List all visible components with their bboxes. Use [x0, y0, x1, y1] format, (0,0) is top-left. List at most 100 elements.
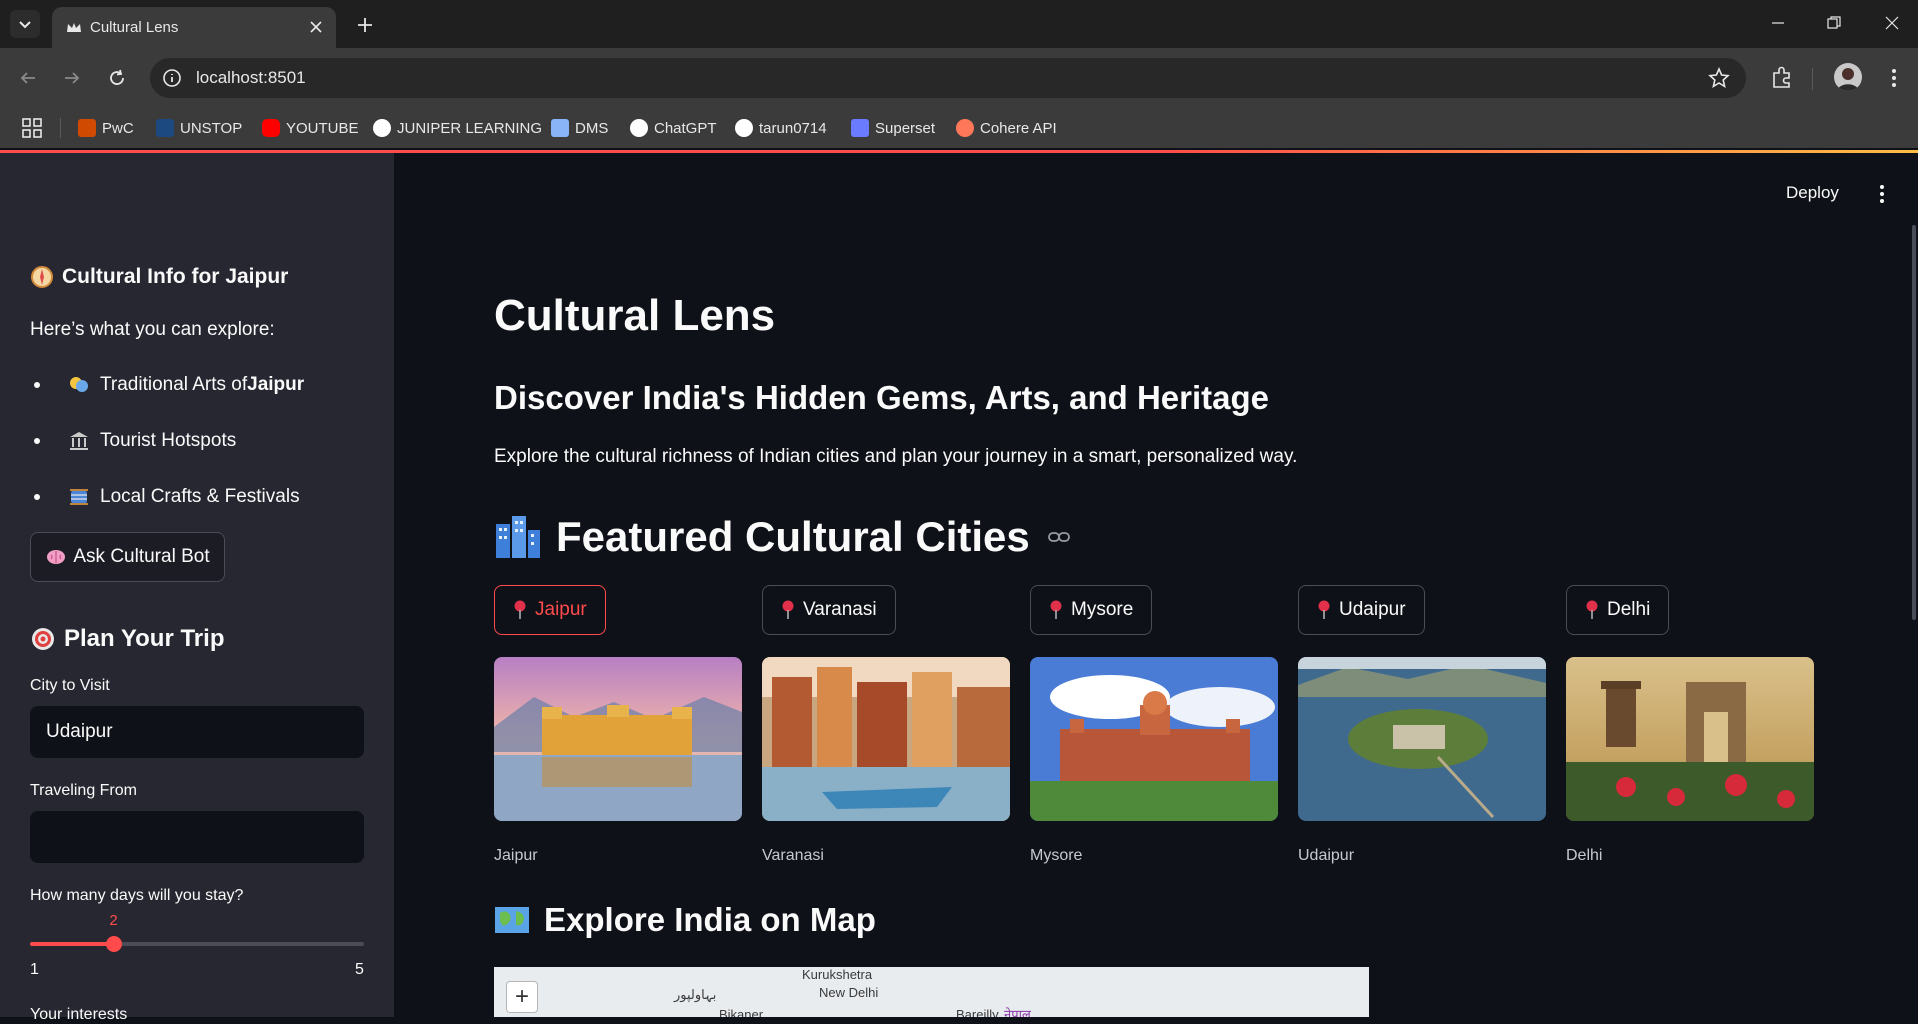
browser-tab-bar: Cultural Lens	[0, 0, 1918, 48]
map-label: नेपाल	[1004, 1007, 1031, 1017]
address-bar[interactable]: localhost:8501	[150, 58, 1746, 98]
city-caption-delhi: Delhi	[1566, 847, 1603, 864]
pin-icon	[1050, 600, 1062, 619]
forward-icon[interactable]	[58, 64, 86, 92]
unstop-icon	[156, 119, 174, 137]
map-label: New Delhi	[819, 985, 879, 1000]
link-anchor-icon[interactable]	[1047, 530, 1070, 544]
pwc-icon	[78, 119, 96, 137]
mysore-image	[1030, 657, 1278, 821]
city-caption-udaipur: Udaipur	[1298, 847, 1355, 864]
varanasi-image	[762, 657, 1010, 821]
days-slider-handle[interactable]	[105, 936, 122, 952]
pin-icon	[514, 600, 526, 619]
tab-title: Cultural Lens	[90, 19, 179, 36]
thread-icon	[68, 486, 90, 508]
explore-item-crafts: Local Crafts & Festivals	[34, 486, 300, 508]
bookmarks-bar: PwC UNSTOP YOUTUBE JUNIPER LEARNING DMS …	[0, 108, 1918, 148]
cityscape-icon	[496, 516, 540, 558]
url-text[interactable]: localhost:8501	[196, 68, 306, 88]
city-button-varanasi[interactable]: Varanasi	[762, 585, 896, 635]
theater-masks-icon	[68, 374, 90, 396]
deploy-button[interactable]: Deploy	[1786, 183, 1839, 203]
pin-icon	[1586, 600, 1598, 619]
udaipur-image	[1298, 657, 1546, 821]
map-label: Bikaner	[719, 1007, 764, 1017]
site-info-icon[interactable]	[162, 68, 182, 88]
reload-icon[interactable]	[103, 64, 131, 92]
city-button-delhi[interactable]: Delhi	[1566, 585, 1670, 635]
page-title: Cultural Lens	[494, 291, 776, 340]
india-map[interactable]: + Kurukshetra New Delhi بہاولپور Bikaner…	[494, 967, 1369, 1017]
bookmark-juniper[interactable]: JUNIPER LEARNING	[373, 114, 542, 142]
browser-menu-icon[interactable]	[1882, 64, 1906, 92]
pin-icon	[1318, 600, 1330, 619]
explore-item-hotspots: Tourist Hotspots	[34, 430, 236, 452]
bookmark-superset[interactable]: Superset	[851, 114, 935, 142]
juniper-icon	[373, 119, 391, 137]
explore-intro: Here’s what you can explore:	[30, 319, 275, 340]
close-window-icon[interactable]	[1872, 8, 1912, 38]
app-menu-icon[interactable]	[1872, 183, 1892, 205]
days-slider-min: 1	[30, 961, 39, 978]
classical-building-icon	[68, 430, 90, 452]
minimize-icon[interactable]	[1758, 8, 1798, 38]
bookmark-star-icon[interactable]	[1708, 67, 1730, 89]
back-icon[interactable]	[14, 64, 42, 92]
map-label: Kurukshetra	[802, 967, 873, 982]
sidebar: Cultural Info for Jaipur Here’s what you…	[0, 153, 394, 1023]
bookmarks-divider	[60, 118, 61, 138]
map-zoom-in-button[interactable]: +	[506, 981, 538, 1013]
city-caption-varanasi: Varanasi	[762, 847, 824, 864]
pin-icon	[782, 600, 794, 619]
map-heading: Explore India on Map	[494, 901, 876, 939]
days-slider-value: 2	[109, 912, 118, 929]
traveling-from-input[interactable]	[30, 811, 364, 863]
interests-label: Your interests	[30, 1006, 128, 1023]
new-tab-icon[interactable]	[352, 12, 378, 38]
chevron-down-icon	[19, 21, 31, 29]
delhi-image	[1566, 657, 1814, 821]
city-button-jaipur[interactable]: Jaipur	[494, 585, 606, 635]
days-slider-max: 5	[355, 961, 364, 978]
restore-icon[interactable]	[1814, 8, 1854, 38]
target-icon	[32, 628, 54, 650]
youtube-icon	[262, 119, 280, 137]
brain-icon	[47, 550, 66, 564]
bookmark-dms[interactable]: DMS	[551, 114, 608, 142]
superset-icon	[851, 119, 869, 137]
apps-grid-icon[interactable]	[20, 116, 44, 140]
map-label: بہاولپور	[674, 987, 717, 1002]
plan-trip-heading: Plan Your Trip	[30, 625, 224, 653]
ask-cultural-bot-button[interactable]: Ask Cultural Bot	[30, 532, 225, 582]
featured-cities-heading: Featured Cultural Cities	[494, 513, 1070, 561]
page-scrollbar[interactable]	[1912, 225, 1916, 620]
days-slider[interactable]: 2	[30, 912, 364, 952]
world-map-icon	[495, 907, 529, 933]
bookmark-cohere[interactable]: Cohere API	[956, 114, 1057, 142]
chatgpt-icon	[630, 119, 648, 137]
document-icon	[551, 119, 569, 137]
tab-search-button[interactable]	[10, 10, 40, 38]
map-label: Bareilly	[956, 1007, 999, 1017]
bookmark-chatgpt[interactable]: ChatGPT	[630, 114, 717, 142]
toolbar-divider	[1812, 68, 1813, 90]
browser-toolbar: localhost:8501	[0, 48, 1918, 108]
jaipur-image	[494, 657, 742, 821]
bookmark-github[interactable]: tarun0714	[735, 114, 827, 142]
bookmark-unstop[interactable]: UNSTOP	[156, 114, 242, 142]
city-to-visit-label: City to Visit	[30, 677, 110, 694]
city-button-udaipur[interactable]: Udaipur	[1298, 585, 1425, 635]
profile-avatar[interactable]	[1834, 63, 1862, 91]
bookmark-youtube[interactable]: YOUTUBE	[262, 114, 359, 142]
bookmark-pwc[interactable]: PwC	[78, 114, 134, 142]
extensions-icon[interactable]	[1768, 64, 1796, 92]
explore-item-arts: Traditional Arts of Jaipur	[34, 374, 304, 396]
browser-tab[interactable]: Cultural Lens	[52, 7, 336, 48]
github-icon	[735, 119, 753, 137]
close-tab-icon[interactable]	[306, 17, 326, 37]
days-slider-fill	[30, 942, 114, 946]
city-button-mysore[interactable]: Mysore	[1030, 585, 1153, 635]
page-subtitle: Discover India's Hidden Gems, Arts, and …	[494, 379, 1270, 416]
city-to-visit-input[interactable]: Udaipur	[30, 706, 364, 758]
